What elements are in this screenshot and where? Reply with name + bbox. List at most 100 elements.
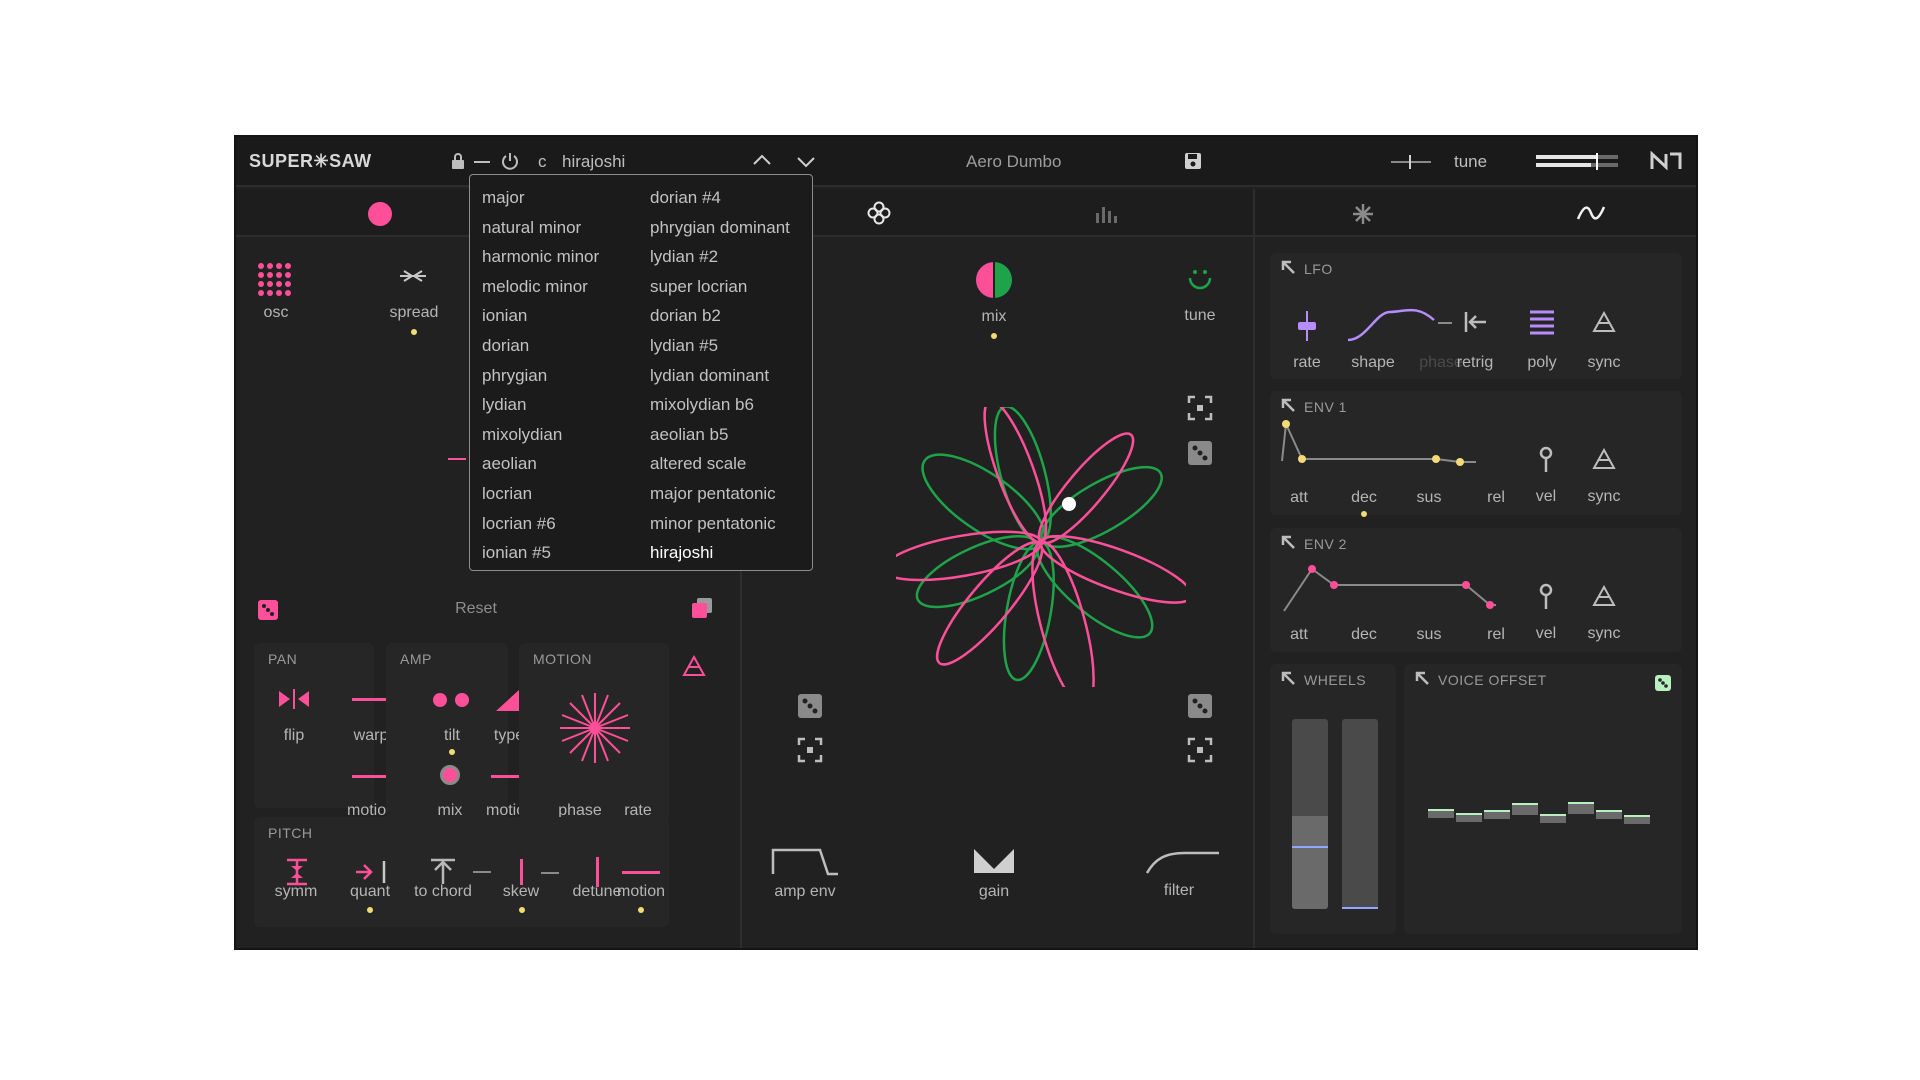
flip-icon[interactable] [277, 688, 311, 710]
focus-icon[interactable] [1187, 737, 1213, 763]
lfo-rate-slider[interactable] [1296, 309, 1318, 343]
pitch-wheel-fader[interactable] [1292, 719, 1328, 909]
tilt-icon[interactable] [432, 692, 472, 708]
to-chord-icon[interactable] [429, 858, 493, 886]
scale-menu-item[interactable]: harmonic minor [482, 242, 599, 272]
pitch-motion-control[interactable] [622, 871, 660, 874]
scale-menu-item[interactable]: lydian #2 [650, 242, 790, 272]
scale-menu-item[interactable]: mixolydian [482, 420, 599, 450]
wave-tab-icon[interactable] [1576, 203, 1606, 223]
chevron-up-icon[interactable] [752, 153, 772, 167]
spread-icon[interactable] [398, 269, 428, 283]
scale-menu-item[interactable]: aeolian [482, 449, 599, 479]
retrig-icon[interactable] [1462, 310, 1488, 334]
lock-icon[interactable] [450, 152, 466, 170]
copy-icon[interactable] [691, 597, 713, 619]
scale-menu-item[interactable]: mixolydian b6 [650, 390, 790, 420]
scale-menu-item[interactable]: lydian dominant [650, 361, 790, 391]
chevron-down-icon[interactable] [796, 155, 816, 169]
arrow-up-left-icon[interactable] [1280, 534, 1296, 550]
mix-knob-icon[interactable] [974, 260, 1014, 300]
scale-menu-item[interactable]: locrian [482, 479, 599, 509]
sync-triangle-icon[interactable] [1592, 311, 1616, 333]
voice-offset-bar[interactable] [1484, 810, 1510, 819]
key-selector[interactable]: c [538, 152, 547, 172]
power-icon[interactable] [500, 151, 520, 171]
voice-offset-bar[interactable] [1512, 803, 1538, 815]
arrow-up-left-icon[interactable] [1280, 670, 1296, 686]
scale-menu-item[interactable]: dorian b2 [650, 301, 790, 331]
scale-menu-item[interactable]: dorian #4 [650, 183, 790, 213]
sync-triangle-icon[interactable] [1592, 448, 1616, 470]
dice-icon[interactable] [1187, 693, 1213, 719]
scale-menu-item[interactable]: super locrian [650, 272, 790, 302]
dice-icon[interactable] [257, 599, 279, 621]
skew-control[interactable] [520, 859, 523, 885]
tune-slider[interactable] [1391, 155, 1431, 169]
scale-menu-item[interactable]: dorian [482, 331, 599, 361]
osc-grid-icon[interactable] [257, 262, 293, 298]
arrow-up-left-icon[interactable] [1280, 397, 1296, 413]
scale-selector[interactable]: hirajoshi [562, 152, 625, 172]
spark-tab-icon[interactable] [1351, 202, 1375, 226]
focus-icon[interactable] [1187, 395, 1213, 421]
amp-type-icon[interactable] [494, 687, 522, 713]
amp-mix-knob[interactable] [440, 765, 460, 785]
scale-menu-item[interactable]: natural minor [482, 213, 599, 243]
scale-menu-item[interactable]: lydian [482, 390, 599, 420]
voice-offset-bar[interactable] [1540, 814, 1566, 823]
sync-triangle-icon[interactable] [1592, 585, 1616, 607]
filter-icon[interactable] [1145, 847, 1221, 875]
wheels-title: WHEELS [1304, 672, 1367, 688]
scale-menu-item[interactable]: locrian #6 [482, 509, 599, 539]
mod-wheel-fader[interactable] [1342, 719, 1378, 909]
voice-offset-bar[interactable] [1596, 810, 1622, 819]
voice-offset-bar[interactable] [1624, 815, 1650, 824]
osc-tab-icon[interactable] [368, 202, 392, 226]
scale-menu-item[interactable]: altered scale [650, 449, 790, 479]
lfo-shape-wave[interactable] [1346, 302, 1436, 344]
scale-menu-item[interactable]: major pentatonic [650, 479, 790, 509]
dice-icon[interactable] [797, 693, 823, 719]
voice-offset-bar[interactable] [1456, 813, 1482, 822]
scale-menu-item[interactable]: phrygian [482, 361, 599, 391]
pink-marker [448, 458, 466, 460]
preset-name[interactable]: Aero Dumbo [966, 152, 1061, 172]
flower-tab-icon[interactable] [866, 200, 892, 226]
sync-triangle-icon[interactable] [682, 655, 706, 677]
velocity-icon[interactable] [1538, 583, 1554, 611]
scale-menu-item[interactable]: major [482, 183, 599, 213]
dice-icon[interactable] [1187, 440, 1213, 466]
warp-control[interactable] [352, 698, 390, 701]
scale-menu-item[interactable]: phrygian dominant [650, 213, 790, 243]
env2-graph[interactable] [1276, 555, 1496, 615]
voice-visualizer[interactable] [896, 407, 1186, 687]
amp-env-icon[interactable] [770, 846, 840, 876]
save-icon[interactable] [1184, 152, 1202, 170]
bars-tab-icon[interactable] [1094, 203, 1118, 225]
env1-graph[interactable] [1276, 419, 1476, 479]
dice-icon[interactable] [1654, 674, 1672, 692]
scale-menu-item[interactable]: aeolian b5 [650, 420, 790, 450]
scale-menu-item[interactable]: hirajoshi [650, 538, 790, 568]
poly-icon[interactable] [1528, 309, 1556, 335]
voice-offset-bar[interactable] [1568, 802, 1594, 814]
scale-menu-item[interactable]: ionian [482, 301, 599, 331]
arrow-up-left-icon[interactable] [1414, 670, 1430, 686]
symm-icon[interactable] [285, 858, 309, 886]
output-meter[interactable] [1536, 153, 1618, 170]
scale-menu-item[interactable]: ionian #5 [482, 538, 599, 568]
gain-icon[interactable] [972, 847, 1016, 875]
reset-button[interactable]: Reset [436, 600, 516, 618]
scale-menu-item[interactable]: melodic minor [482, 272, 599, 302]
voice-offset-bar[interactable] [1428, 809, 1454, 818]
velocity-icon[interactable] [1538, 446, 1554, 474]
tune-smiley-icon[interactable] [1187, 268, 1213, 294]
focus-icon[interactable] [797, 737, 823, 763]
scale-menu-item[interactable]: minor pentatonic [650, 509, 790, 539]
scale-menu-item[interactable]: lydian #5 [650, 331, 790, 361]
arrow-up-left-icon[interactable] [1280, 259, 1296, 275]
motion-burst-icon[interactable] [558, 691, 632, 765]
quant-icon[interactable] [354, 859, 388, 885]
pan-motion-control[interactable] [352, 775, 390, 778]
